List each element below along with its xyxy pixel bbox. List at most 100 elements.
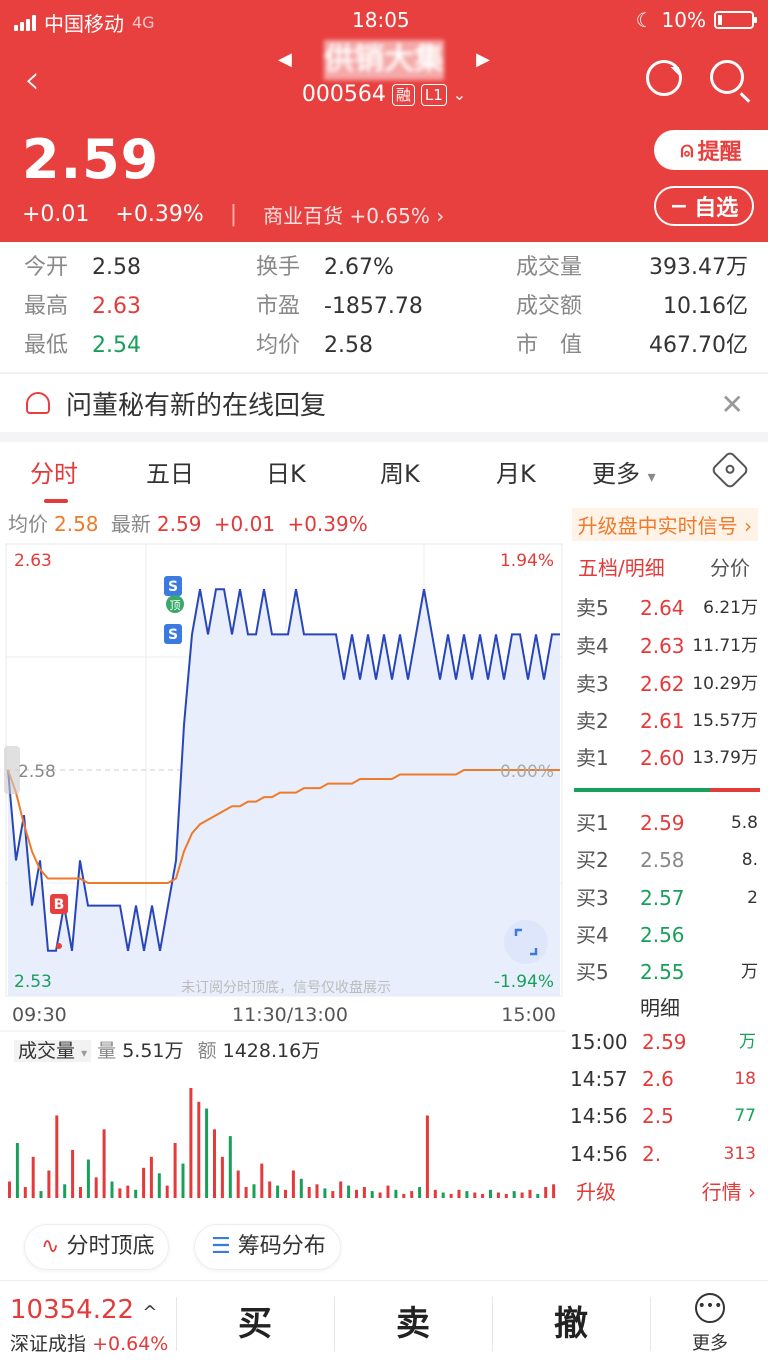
sell-signal-marker[interactable]: S — [164, 576, 182, 596]
index-ticker[interactable]: 10354.22 ^ 深证成指 +0.64% — [10, 1295, 168, 1356]
volume-bar — [23, 1187, 27, 1198]
y-high-label: 2.63 — [14, 551, 52, 571]
volume-bar — [504, 1193, 508, 1198]
volume-bar — [110, 1181, 114, 1198]
top-signal-marker[interactable]: 顶 — [166, 595, 184, 613]
ask-row: 卖5 2.64 6.21万 — [576, 590, 768, 626]
volume-bar — [473, 1192, 477, 1198]
stat-label: 市盈 — [256, 294, 301, 319]
network-type: 4G — [132, 13, 155, 32]
chip-intraday-signal[interactable]: ∿ 分时顶底 — [24, 1224, 170, 1270]
next-stock-icon[interactable]: ▶ — [476, 40, 490, 80]
volume-bar — [331, 1191, 335, 1198]
sell-signal-marker[interactable]: S — [164, 624, 182, 644]
chip-label: 分时顶底 — [66, 1234, 155, 1259]
stock-title-block[interactable]: ◀ 供销大集 ▶ 000564 融 L1 ⌄ — [230, 40, 538, 107]
chip-chip-distribution[interactable]: ☰ 筹码分布 — [194, 1224, 341, 1270]
remind-button[interactable]: ⍝ 提醒 — [654, 130, 768, 170]
industry-link[interactable]: 商业百货 +0.65% › — [263, 200, 444, 229]
cancel-order-button[interactable]: 撤 — [492, 1281, 650, 1367]
volume-bar — [465, 1191, 469, 1198]
stat-label: 市 值 — [516, 333, 583, 358]
buy-button[interactable]: 买 — [176, 1281, 334, 1367]
volume-bar — [378, 1192, 382, 1198]
volume-bar — [291, 1170, 295, 1198]
volume-bar — [512, 1191, 516, 1198]
back-button[interactable]: ‹ — [24, 60, 40, 100]
stat-turnover: 2.67% — [324, 255, 394, 280]
more-button[interactable]: ••• 更多 — [690, 1293, 730, 1355]
trade-time: 14:56 — [570, 1142, 628, 1166]
volume-bar — [134, 1189, 138, 1199]
intraday-chart[interactable]: 2.63 2.58 2.53 1.94% 0.00% -1.94% 未订阅分时顶… — [0, 540, 566, 1000]
more-left-label: 升级 — [576, 1180, 616, 1204]
volume-bar — [489, 1189, 492, 1199]
ask-volume: 10.29万 — [692, 674, 758, 694]
tab-intraday[interactable]: 分时 — [30, 454, 78, 503]
tab-price-distribution[interactable]: 分价 — [710, 552, 750, 581]
margin-tag: 融 — [391, 83, 415, 106]
volume-label: 成交量 — [18, 1040, 76, 1062]
volume-bar — [355, 1189, 358, 1199]
volume-bar — [552, 1184, 556, 1199]
time-label: 11:30/13:00 — [232, 1004, 348, 1026]
stock-code: 000564 — [301, 82, 386, 107]
stat-high: 2.63 — [92, 294, 141, 319]
moon-icon: ☾ — [635, 8, 654, 32]
trade-row: 15:00 2.59 万 — [570, 1024, 766, 1060]
amt-value: 1428.16万 — [222, 1040, 321, 1062]
bid-volume: 8. — [741, 850, 758, 870]
search-icon[interactable] — [710, 60, 744, 94]
volume-bar — [181, 1163, 185, 1198]
tab-five-level[interactable]: 五档/明细 — [578, 552, 665, 581]
trade-time: 15:00 — [570, 1030, 628, 1054]
bid-price: 2.57 — [640, 886, 685, 910]
ask-row: 卖3 2.62 10.29万 — [576, 666, 768, 702]
tab-monthly-k[interactable]: 月K — [496, 454, 536, 489]
watchlist-button[interactable]: − 自选 — [654, 186, 754, 226]
tab-daily-k[interactable]: 日K — [266, 454, 306, 489]
signal-icon — [14, 14, 36, 31]
trade-time: 14:57 — [570, 1067, 628, 1091]
tab-weekly-k[interactable]: 周K — [380, 454, 420, 489]
volume-bar — [449, 1193, 453, 1198]
stat-pe: -1857.78 — [324, 294, 423, 319]
volume-bar — [339, 1181, 343, 1198]
volume-selector[interactable]: 成交量 ▾ — [14, 1040, 92, 1062]
bid-row: 买3 2.57 2 — [576, 880, 768, 916]
volume-bar — [307, 1187, 311, 1198]
ask-price: 2.63 — [640, 634, 685, 658]
current-price: 2.59 — [22, 128, 160, 191]
upgrade-signal-link[interactable]: 升级盘中实时信号 › — [571, 508, 758, 541]
volume-bar — [102, 1129, 106, 1199]
volume-bar — [189, 1088, 193, 1198]
chip-label: 筹码分布 — [237, 1234, 326, 1259]
prev-stock-icon[interactable]: ◀ — [278, 40, 292, 80]
amt-label: 额 — [197, 1040, 217, 1062]
signal-label: B — [54, 897, 65, 913]
chevron-down-icon[interactable]: ⌄ — [453, 85, 466, 104]
refresh-icon[interactable] — [646, 60, 682, 96]
bid-price: 2.56 — [640, 923, 685, 947]
volume-bar — [142, 1167, 146, 1199]
ask-volume: 13.79万 — [692, 748, 758, 768]
ask-row: 卖4 2.63 11.71万 — [576, 628, 768, 664]
volume-bar — [244, 1187, 248, 1198]
more-quotes-link[interactable]: 升级 行情 › — [576, 1176, 756, 1205]
side-handle[interactable] — [4, 746, 20, 794]
stats-panel: 今开 2.58 最高 2.63 最低 2.54 换手 2.67% 市盈 -1857.78 … — [0, 242, 768, 370]
index-name: 深证成指 — [10, 1333, 87, 1355]
volume-bar — [63, 1184, 67, 1199]
notice-bar[interactable]: 问董秘有新的在线回复 ✕ — [0, 374, 768, 432]
stat-avg: 2.58 — [324, 333, 373, 358]
volume-bar — [15, 1143, 19, 1198]
close-icon[interactable]: ✕ — [721, 388, 744, 421]
signal-label: S — [168, 627, 178, 643]
fullscreen-button[interactable] — [504, 920, 548, 964]
volume-bar — [323, 1188, 327, 1198]
tab-five-day[interactable]: 五日 — [146, 454, 194, 489]
sell-button[interactable]: 卖 — [334, 1281, 492, 1367]
tab-more[interactable]: 更多 ▾ — [592, 454, 656, 489]
ask-label: 卖3 — [576, 672, 609, 696]
order-book: 五档/明细 分价 卖5 2.64 6.21万 卖4 2.63 11.71万 卖3 2.62… — [566, 540, 768, 1204]
